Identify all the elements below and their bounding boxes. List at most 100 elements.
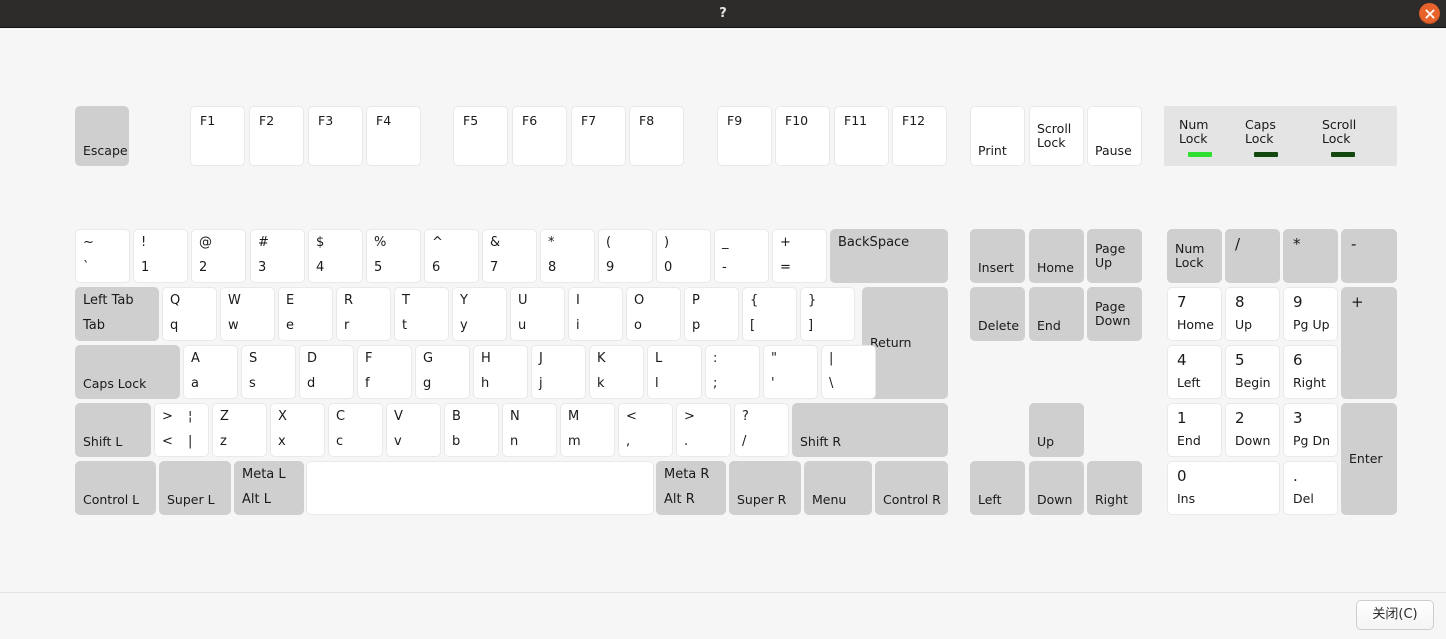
key-digit8[interactable]: * 8	[540, 229, 595, 283]
key-less-greater[interactable]: > < ¦ |	[154, 403, 209, 457]
key-digit1[interactable]: ! 1	[133, 229, 188, 283]
key-digit7[interactable]: & 7	[482, 229, 537, 283]
key-f10[interactable]: F10	[775, 106, 830, 166]
key-minus[interactable]: _ -	[714, 229, 769, 283]
key-control-right[interactable]: Control R	[875, 461, 948, 515]
key-keypad-9[interactable]: 9 Pg Up	[1283, 287, 1338, 341]
key-key-a[interactable]: Aa	[183, 345, 238, 399]
key-bracketright[interactable]: }]	[800, 287, 855, 341]
key-key-t[interactable]: Tt	[394, 287, 449, 341]
key-key-w[interactable]: Ww	[220, 287, 275, 341]
key-key-z[interactable]: Zz	[212, 403, 267, 457]
key-key-e[interactable]: Ee	[278, 287, 333, 341]
key-keypad-2[interactable]: 2 Down	[1225, 403, 1280, 457]
key-f4[interactable]: F4	[366, 106, 421, 166]
key-keypad-multiply[interactable]: *	[1283, 229, 1338, 283]
key-key-k[interactable]: Kk	[589, 345, 644, 399]
key-f12[interactable]: F12	[892, 106, 947, 166]
key-backslash[interactable]: | \	[821, 345, 876, 399]
key-key-h[interactable]: Hh	[473, 345, 528, 399]
key-keypad-4[interactable]: 4 Left	[1167, 345, 1222, 399]
key-keypad-5[interactable]: 5 Begin	[1225, 345, 1280, 399]
key-key-p[interactable]: Pp	[684, 287, 739, 341]
key-grave[interactable]: ~ `	[75, 229, 130, 283]
key-key-v[interactable]: Vv	[386, 403, 441, 457]
key-f5[interactable]: F5	[453, 106, 508, 166]
key-scroll-lock[interactable]: Scroll Lock	[1029, 106, 1084, 166]
key-key-i[interactable]: Ii	[568, 287, 623, 341]
key-digit9[interactable]: (9	[598, 229, 653, 283]
key-keypad-0[interactable]: 0 Ins	[1167, 461, 1280, 515]
key-key-r[interactable]: Rr	[336, 287, 391, 341]
key-keypad-8[interactable]: 8 Up	[1225, 287, 1280, 341]
key-keypad-decimal[interactable]: . Del	[1283, 461, 1338, 515]
key-key-l[interactable]: Ll	[647, 345, 702, 399]
key-end[interactable]: End	[1029, 287, 1084, 341]
key-key-m[interactable]: Mm	[560, 403, 615, 457]
key-tab[interactable]: Left Tab Tab	[75, 287, 159, 341]
key-digit5[interactable]: % 5	[366, 229, 421, 283]
key-num-lock[interactable]: Num Lock	[1167, 229, 1222, 283]
key-space[interactable]	[306, 461, 654, 515]
key-digit0[interactable]: ) 0	[656, 229, 711, 283]
key-f11[interactable]: F11	[834, 106, 889, 166]
key-f3[interactable]: F3	[308, 106, 363, 166]
key-comma[interactable]: <,	[618, 403, 673, 457]
key-page-up[interactable]: Page Up	[1087, 229, 1142, 283]
key-digit3[interactable]: #3	[250, 229, 305, 283]
key-key-f[interactable]: Ff	[357, 345, 412, 399]
key-delete[interactable]: Delete	[970, 287, 1025, 341]
key-bracketleft[interactable]: {[	[742, 287, 797, 341]
key-arrow-left[interactable]: Left	[970, 461, 1025, 515]
key-key-g[interactable]: Gg	[415, 345, 470, 399]
key-arrow-right[interactable]: Right	[1087, 461, 1142, 515]
key-home[interactable]: Home	[1029, 229, 1084, 283]
key-f7[interactable]: F7	[571, 106, 626, 166]
key-keypad-subtract[interactable]: -	[1341, 229, 1397, 283]
key-print[interactable]: Print	[970, 106, 1025, 166]
key-key-o[interactable]: Oo	[626, 287, 681, 341]
key-keypad-add[interactable]: +	[1341, 287, 1397, 399]
key-digit6[interactable]: ^ 6	[424, 229, 479, 283]
key-escape[interactable]: Escape	[75, 106, 129, 166]
key-key-j[interactable]: Jj	[531, 345, 586, 399]
key-shift-right[interactable]: Shift R	[792, 403, 948, 457]
close-dialog-button[interactable]: 关闭(C)	[1356, 600, 1434, 630]
key-keypad-1[interactable]: 1 End	[1167, 403, 1222, 457]
key-key-u[interactable]: Uu	[510, 287, 565, 341]
key-f2[interactable]: F2	[249, 106, 304, 166]
key-alt-right[interactable]: Meta R Alt R	[656, 461, 726, 515]
key-key-s[interactable]: Ss	[241, 345, 296, 399]
window-close-button[interactable]	[1419, 3, 1440, 24]
key-alt-left[interactable]: Meta L Alt L	[234, 461, 304, 515]
key-super-right[interactable]: Super R	[729, 461, 801, 515]
key-shift-left[interactable]: Shift L	[75, 403, 151, 457]
key-f1[interactable]: F1	[190, 106, 245, 166]
key-equal[interactable]: + =	[772, 229, 827, 283]
key-key-x[interactable]: Xx	[270, 403, 325, 457]
key-keypad-3[interactable]: 3 Pg Dn	[1283, 403, 1338, 457]
key-arrow-down[interactable]: Down	[1029, 461, 1084, 515]
key-period[interactable]: >.	[676, 403, 731, 457]
key-apostrophe[interactable]: " '	[763, 345, 818, 399]
key-f6[interactable]: F6	[512, 106, 567, 166]
key-f9[interactable]: F9	[717, 106, 772, 166]
key-key-b[interactable]: Bb	[444, 403, 499, 457]
key-f8[interactable]: F8	[629, 106, 684, 166]
key-key-y[interactable]: Yy	[452, 287, 507, 341]
key-semicolon[interactable]: :;	[705, 345, 760, 399]
key-digit4[interactable]: $4	[308, 229, 363, 283]
key-menu[interactable]: Menu	[804, 461, 872, 515]
key-key-q[interactable]: Qq	[162, 287, 217, 341]
key-caps-lock[interactable]: Caps Lock	[75, 345, 180, 399]
key-keypad-enter[interactable]: Enter	[1341, 403, 1397, 515]
key-key-d[interactable]: Dd	[299, 345, 354, 399]
key-insert[interactable]: Insert	[970, 229, 1025, 283]
key-page-down[interactable]: Page Down	[1087, 287, 1142, 341]
key-keypad-7[interactable]: 7 Home	[1167, 287, 1222, 341]
key-keypad-divide[interactable]: /	[1225, 229, 1280, 283]
key-control-left[interactable]: Control L	[75, 461, 156, 515]
key-key-n[interactable]: Nn	[502, 403, 557, 457]
key-key-c[interactable]: Cc	[328, 403, 383, 457]
key-backspace[interactable]: BackSpace	[830, 229, 948, 283]
